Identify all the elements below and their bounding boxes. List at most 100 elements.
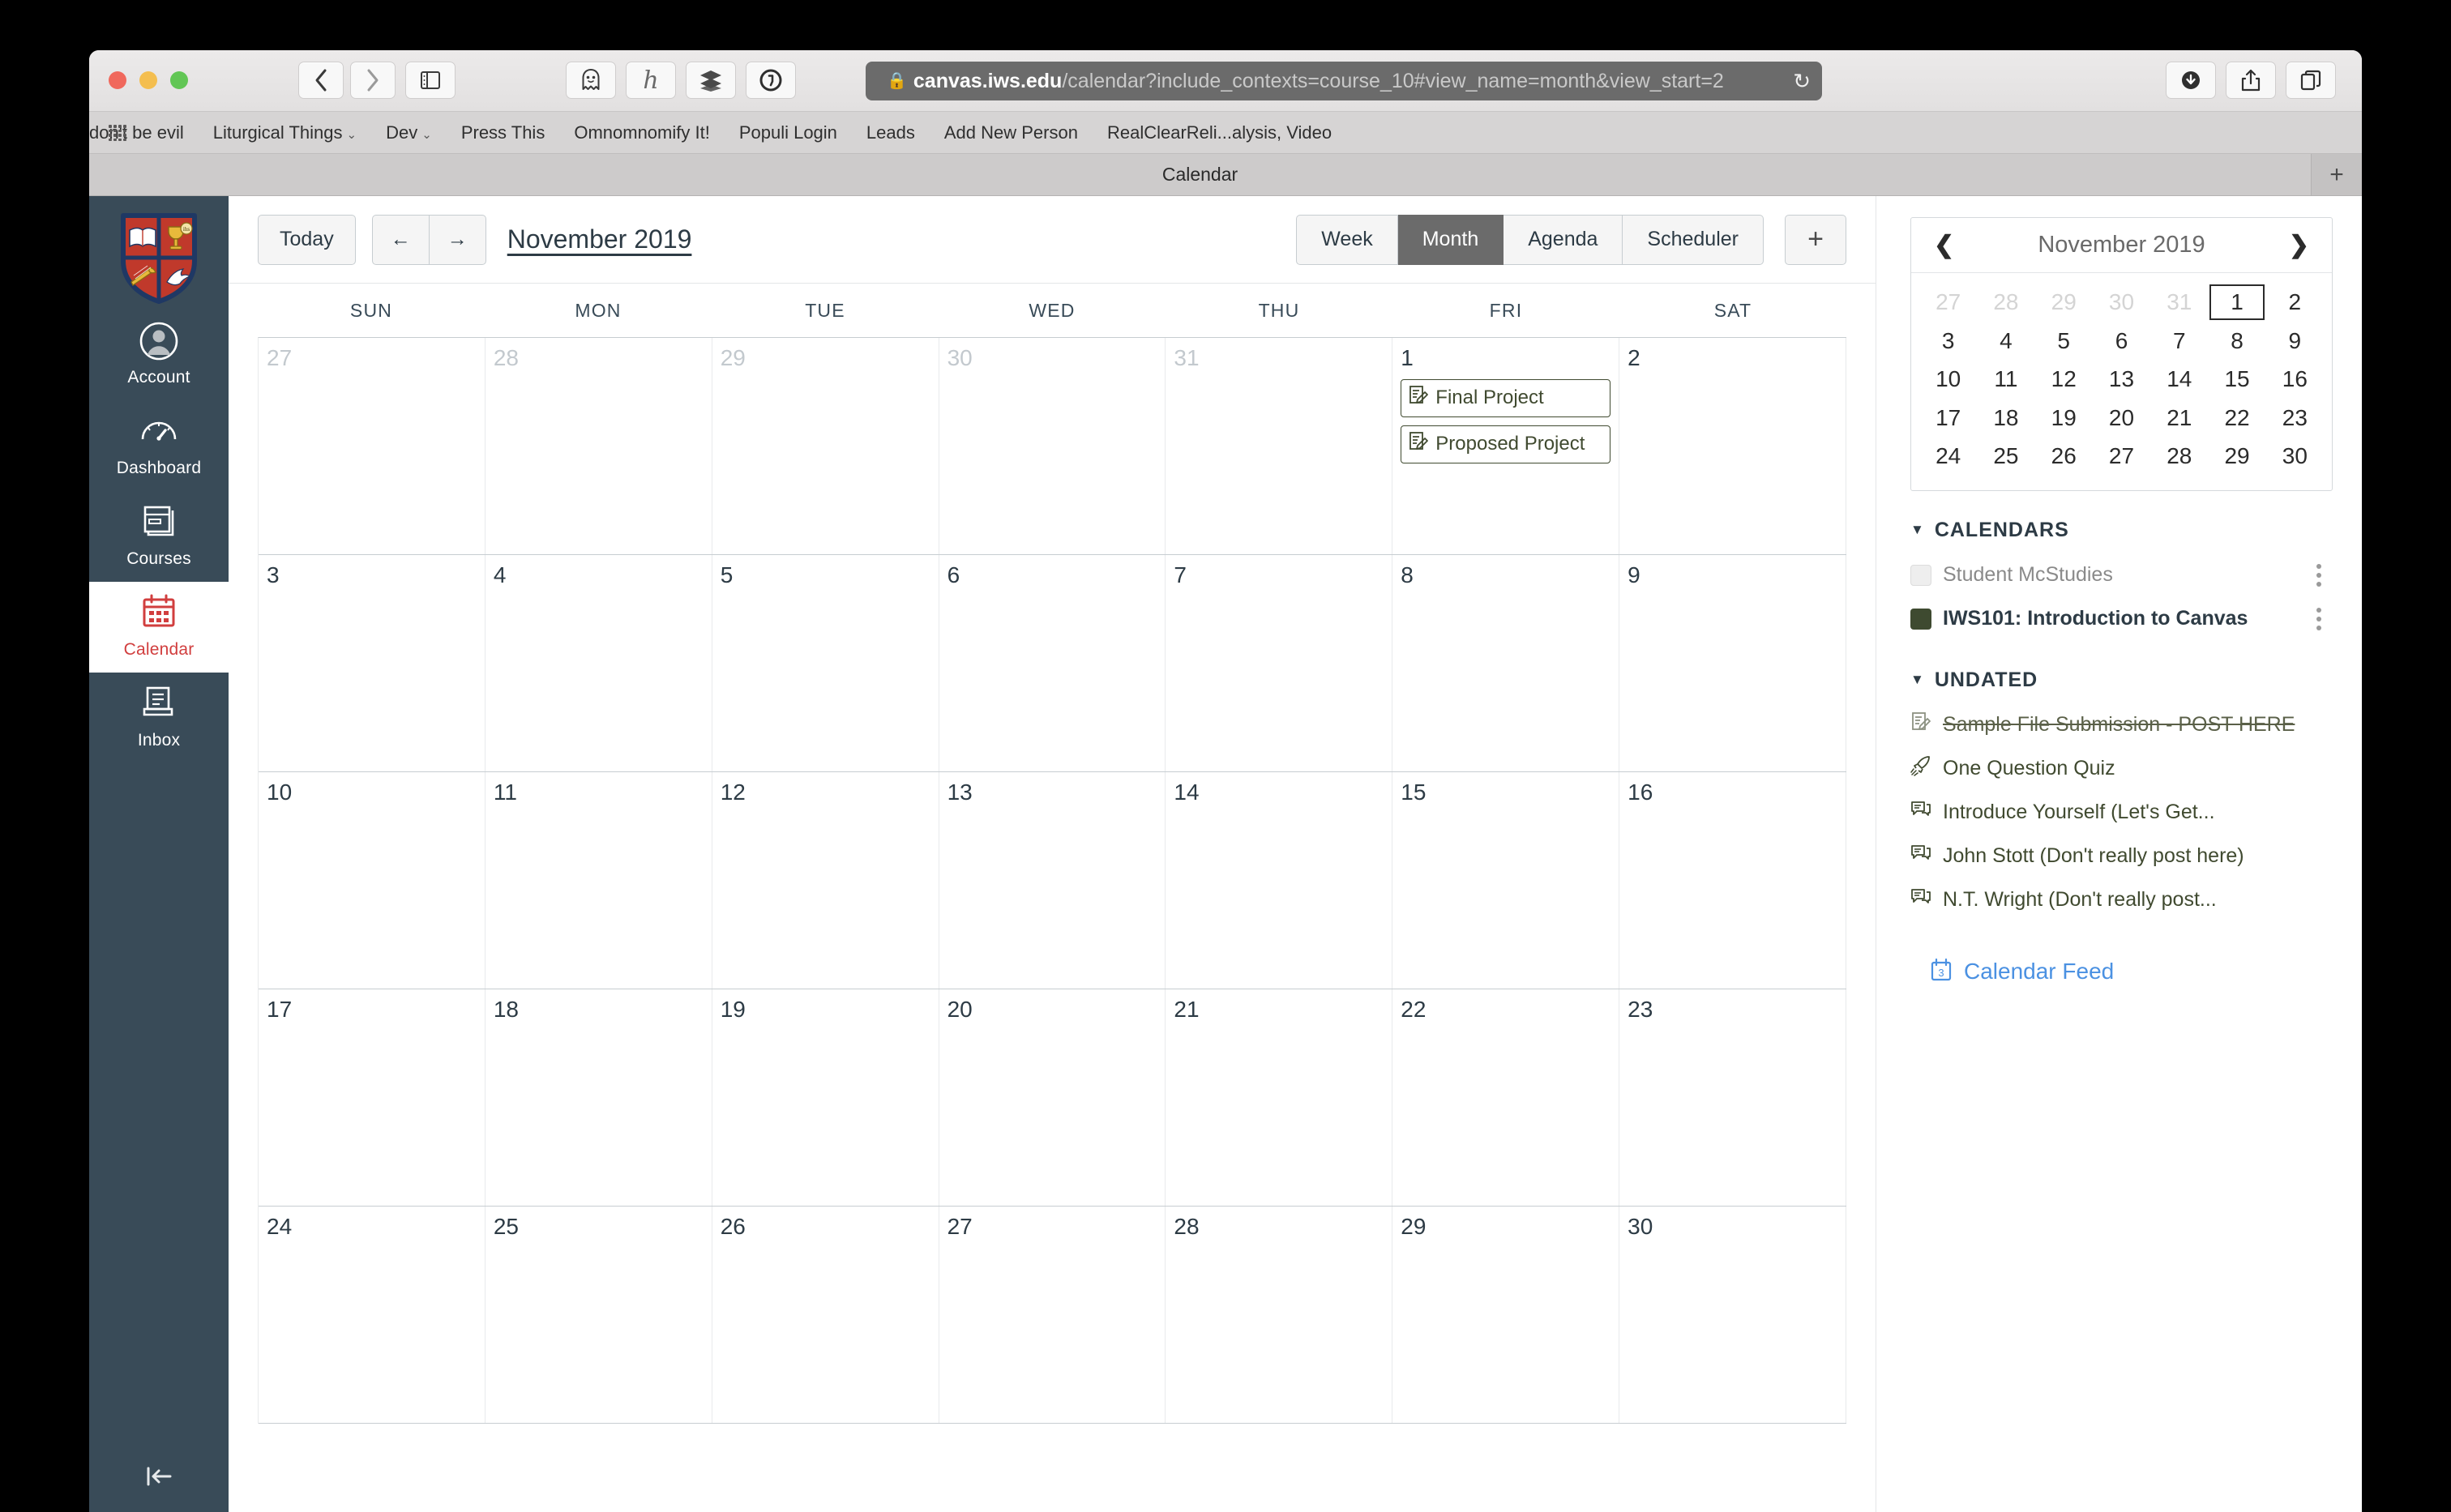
tabs-icon[interactable] <box>2286 62 2336 99</box>
calendar-day-cell[interactable]: 27 <box>259 338 485 554</box>
undated-item[interactable]: John Stott (Don't really post here) <box>1910 835 2333 878</box>
calendar-day-cell[interactable]: 30 <box>939 338 1166 554</box>
mini-calendar-day[interactable]: 4 <box>1977 322 2034 361</box>
view-button-scheduler[interactable]: Scheduler <box>1623 214 1764 265</box>
calendar-day-cell[interactable]: 24 <box>259 1207 485 1423</box>
mini-calendar-day[interactable]: 28 <box>2150 437 2208 476</box>
sidebar-item-account[interactable]: Account <box>89 310 229 400</box>
calendar-event[interactable]: Final Project <box>1401 378 1611 417</box>
sidebar-toggle-icon[interactable] <box>405 62 456 99</box>
view-button-week[interactable]: Week <box>1296 214 1398 265</box>
mini-calendar-day[interactable]: 26 <box>2035 437 2093 476</box>
calendar-day-cell[interactable]: 10 <box>259 772 485 989</box>
view-button-agenda[interactable]: Agenda <box>1504 214 1623 265</box>
mini-calendar-day[interactable]: 6 <box>2093 322 2150 361</box>
previous-month-button[interactable]: ← <box>371 214 430 265</box>
mini-calendar-day[interactable]: 29 <box>2035 283 2093 322</box>
mini-calendar-day[interactable]: 25 <box>1977 437 2034 476</box>
downloads-icon[interactable] <box>2166 62 2216 99</box>
mini-calendar-day[interactable]: 16 <box>2266 360 2324 399</box>
mini-calendar-day[interactable]: 5 <box>2035 322 2093 361</box>
calendar-day-cell[interactable]: 11 <box>485 772 712 989</box>
buffer-icon[interactable] <box>686 62 736 99</box>
calendar-day-cell[interactable]: 3 <box>259 555 485 771</box>
calendar-day-cell[interactable]: 17 <box>259 989 485 1206</box>
honey-icon[interactable]: h <box>626 62 676 99</box>
calendar-color-checkbox[interactable] <box>1910 608 1931 630</box>
calendar-day-cell[interactable]: 6 <box>939 555 1166 771</box>
chevron-left-icon[interactable]: ❮ <box>1926 231 1962 259</box>
mini-calendar-day[interactable]: 13 <box>2093 360 2150 399</box>
forward-button[interactable] <box>350 62 396 99</box>
mini-calendar-day[interactable]: 14 <box>2150 360 2208 399</box>
mini-calendar-day[interactable]: 18 <box>1977 399 2034 438</box>
calendar-day-cell[interactable]: 13 <box>939 772 1166 989</box>
reload-icon[interactable]: ↻ <box>1793 69 1811 94</box>
mini-calendar-day[interactable]: 15 <box>2208 360 2265 399</box>
calendar-day-cell[interactable]: 15 <box>1392 772 1620 989</box>
calendar-day-cell[interactable]: 7 <box>1166 555 1393 771</box>
page-title[interactable]: November 2019 <box>507 224 692 254</box>
undated-item[interactable]: Sample File Submission - POST HERE <box>1910 703 2333 747</box>
undated-item[interactable]: Introduce Yourself (Let's Get... <box>1910 791 2333 835</box>
bookmark-link[interactable]: Press This <box>461 122 545 143</box>
mini-calendar-day[interactable]: 28 <box>1977 283 2034 322</box>
mini-calendar-day[interactable]: 17 <box>1919 399 1977 438</box>
view-button-month[interactable]: Month <box>1397 214 1504 265</box>
undated-heading[interactable]: ▼ UNDATED <box>1910 668 2333 692</box>
mini-calendar-day[interactable]: 27 <box>2093 437 2150 476</box>
calendar-day-cell[interactable]: 28 <box>1166 1207 1393 1423</box>
mini-calendar-day[interactable]: 7 <box>2150 322 2208 361</box>
calendars-heading[interactable]: ▼ CALENDARS <box>1910 519 2333 542</box>
calendar-day-cell[interactable]: 19 <box>712 989 939 1206</box>
tab-calendar[interactable]: Calendar <box>89 154 2312 195</box>
calendar-day-cell[interactable]: 16 <box>1619 772 1846 989</box>
mini-calendar-day[interactable]: 29 <box>2208 437 2265 476</box>
calendar-day-cell[interactable]: 22 <box>1392 989 1620 1206</box>
mini-calendar-day[interactable]: 30 <box>2093 283 2150 322</box>
apps-grid-icon[interactable] <box>109 125 126 141</box>
mini-calendar-day[interactable]: 31 <box>2150 283 2208 322</box>
mini-calendar-day[interactable]: 23 <box>2266 399 2324 438</box>
mini-calendar-day[interactable]: 21 <box>2150 399 2208 438</box>
calendar-day-cell[interactable]: 18 <box>485 989 712 1206</box>
sidebar-item-inbox[interactable]: Inbox <box>89 673 229 763</box>
bookmark-link[interactable]: Liturgical Things ⌄ <box>213 122 357 143</box>
undated-item[interactable]: N.T. Wright (Don't really post... <box>1910 878 2333 922</box>
kebab-menu-icon[interactable] <box>2316 563 2321 587</box>
bookmark-link[interactable]: Leads <box>866 122 915 143</box>
mini-calendar-day[interactable]: 20 <box>2093 399 2150 438</box>
calendar-day-cell[interactable]: 14 <box>1166 772 1393 989</box>
back-button[interactable] <box>298 62 344 99</box>
mini-calendar-day[interactable]: 8 <box>2208 322 2265 361</box>
chevron-right-icon[interactable]: ❯ <box>2281 231 2317 259</box>
collapse-nav-icon[interactable] <box>89 1447 229 1506</box>
mini-calendar-day[interactable]: 11 <box>1977 360 2034 399</box>
mini-calendar-day[interactable]: 1 <box>2208 283 2265 322</box>
calendar-day-cell[interactable]: 8 <box>1392 555 1620 771</box>
calendar-day-cell[interactable]: 30 <box>1619 1207 1846 1423</box>
mini-calendar-day[interactable]: 3 <box>1919 322 1977 361</box>
create-event-button[interactable]: + <box>1785 214 1846 265</box>
mini-calendar-day[interactable]: 24 <box>1919 437 1977 476</box>
mini-calendar-day[interactable]: 12 <box>2035 360 2093 399</box>
calendar-day-cell[interactable]: 29 <box>712 338 939 554</box>
calendar-color-checkbox[interactable] <box>1910 564 1931 586</box>
calendar-day-cell[interactable]: 5 <box>712 555 939 771</box>
calendar-day-cell[interactable]: 25 <box>485 1207 712 1423</box>
close-window-button[interactable] <box>109 71 126 89</box>
address-bar[interactable]: 🔒 canvas.iws.edu/calendar?include_contex… <box>866 62 1822 100</box>
sidebar-item-calendar[interactable]: Calendar <box>89 582 229 673</box>
calendar-day-cell[interactable]: 20 <box>939 989 1166 1206</box>
calendar-context-row[interactable]: IWS101: Introduction to Canvas <box>1910 597 2333 641</box>
sidebar-item-courses[interactable]: Courses <box>89 491 229 582</box>
maximize-window-button[interactable] <box>170 71 188 89</box>
bookmark-link[interactable]: don't be evil <box>89 122 184 143</box>
calendar-day-cell[interactable]: 27 <box>939 1207 1166 1423</box>
calendar-day-cell[interactable]: 28 <box>485 338 712 554</box>
mini-calendar-day[interactable]: 10 <box>1919 360 1977 399</box>
bookmark-link[interactable]: RealClearReli...alysis, Video <box>1107 122 1332 143</box>
share-icon[interactable] <box>2226 62 2276 99</box>
calendar-context-row[interactable]: Student McStudies <box>1910 553 2333 597</box>
onepassword-icon[interactable] <box>746 62 796 99</box>
